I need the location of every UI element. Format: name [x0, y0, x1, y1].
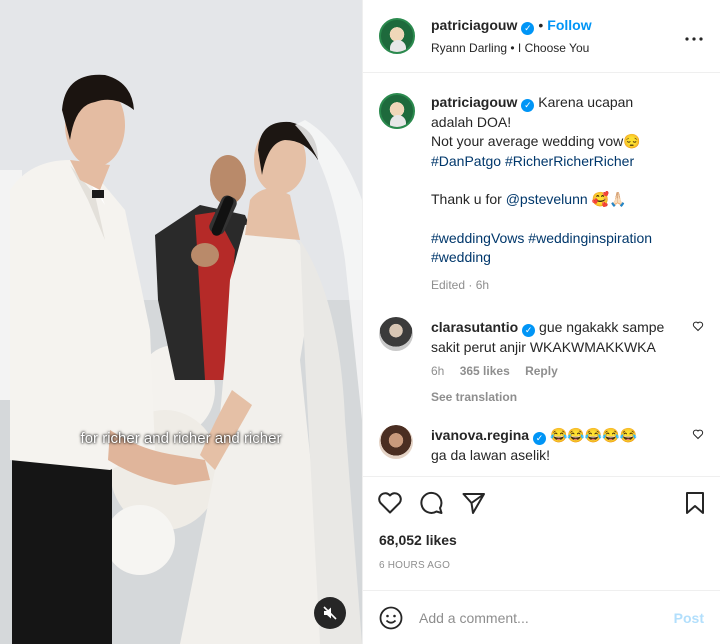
- commenter-username[interactable]: ivanova.regina: [431, 427, 529, 443]
- comment-icon[interactable]: [419, 491, 445, 515]
- caption-line: Karena ucapan: [538, 94, 634, 110]
- comment-time: 6h: [431, 364, 445, 378]
- hashtag-link[interactable]: #DanPatgo: [431, 153, 501, 169]
- like-comment-heart-icon[interactable]: [692, 427, 704, 443]
- caption-body: patriciagouw ✓ Karena ucapan adalah DOA! …: [431, 93, 652, 295]
- verified-badge-icon: ✓: [521, 21, 535, 35]
- caption-text: Thank u for: [431, 191, 502, 207]
- comment-body: ivanova.regina ✓ 😂😂😂😂😂 ga da lawan aselik…: [431, 425, 693, 465]
- hashtag-link[interactable]: #weddingVows: [431, 230, 524, 246]
- comment-body: clarasutantio ✓ gue ngakakk sampe sakit p…: [431, 317, 693, 407]
- caption-line: Not your average wedding vow😔: [431, 133, 641, 149]
- comments-section[interactable]: patriciagouw ✓ Karena ucapan adalah DOA! …: [363, 73, 720, 476]
- verified-badge-icon: ✓: [533, 432, 547, 445]
- hashtag-link[interactable]: #wedding: [431, 249, 491, 265]
- post-video[interactable]: for richer and richer and richer: [0, 0, 362, 644]
- video-caption: for richer and richer and richer: [80, 430, 282, 447]
- comment-emoji: 😂😂😂😂😂: [549, 427, 638, 443]
- likes-count[interactable]: 68,052 likes: [363, 532, 720, 552]
- caption-author-avatar[interactable]: [379, 93, 415, 129]
- hashtag-link[interactable]: #weddinginspiration: [528, 230, 652, 246]
- post-side-panel: patriciagouw ✓ • Follow Ryann Darling • I C…: [362, 0, 720, 644]
- post-comment-button[interactable]: Post: [674, 610, 704, 626]
- author-avatar[interactable]: [379, 18, 415, 54]
- post-header: patriciagouw ✓ • Follow Ryann Darling • I C…: [363, 0, 720, 73]
- comment-item: clarasutantio ✓ gue ngakakk sampe sakit p…: [379, 317, 704, 407]
- emoji-icon[interactable]: [379, 606, 403, 630]
- caption-line: adalah DOA!: [431, 113, 512, 130]
- comment-meta: 6h 365 likes Reply: [431, 361, 693, 381]
- comment-item: ivanova.regina ✓ 😂😂😂😂😂 ga da lawan aselik…: [379, 425, 704, 465]
- see-translation-link[interactable]: See translation: [431, 387, 693, 407]
- action-bar: [363, 476, 720, 528]
- instagram-post-view: for richer and richer and richer patrici…: [0, 0, 720, 644]
- header-text: patriciagouw ✓ • Follow Ryann Darling • I C…: [431, 16, 592, 57]
- follow-button[interactable]: Follow: [547, 17, 591, 33]
- caption-username[interactable]: patriciagouw: [431, 94, 517, 110]
- verified-badge-icon: ✓: [521, 99, 535, 112]
- muted-speaker-icon[interactable]: [314, 597, 346, 629]
- heart-icon[interactable]: [377, 491, 403, 515]
- add-comment-bar: Post: [363, 590, 720, 644]
- separator-dot: •: [538, 16, 544, 33]
- comment-text: ga da lawan aselik!: [431, 447, 551, 463]
- caption-emoji: 🥰🙏🏻: [591, 191, 627, 207]
- comment-likes[interactable]: 365 likes: [460, 364, 510, 378]
- post-caption: patriciagouw ✓ Karena ucapan adalah DOA! …: [379, 93, 704, 295]
- edited-timestamp: Edited · 6h: [431, 277, 490, 292]
- add-comment-input[interactable]: [419, 609, 674, 626]
- wedding-video-frame: [0, 0, 362, 644]
- commenter-avatar[interactable]: [379, 317, 413, 351]
- commenter-avatar[interactable]: [379, 425, 413, 459]
- commenter-username[interactable]: clarasutantio: [431, 319, 518, 335]
- share-icon[interactable]: [461, 491, 487, 515]
- bookmark-icon[interactable]: [684, 491, 706, 515]
- reply-button[interactable]: Reply: [525, 364, 558, 378]
- hashtag-link[interactable]: #RicherRicherRicher: [505, 153, 634, 169]
- verified-badge-icon: ✓: [522, 324, 536, 337]
- like-comment-heart-icon[interactable]: [692, 319, 704, 335]
- more-options-icon[interactable]: [684, 26, 704, 47]
- post-timestamp: 6 HOURS AGO: [379, 560, 451, 571]
- audio-track-label[interactable]: Ryann Darling • I Choose You: [431, 39, 592, 57]
- mention-link[interactable]: @pstevelunn: [506, 191, 588, 207]
- author-username[interactable]: patriciagouw: [431, 17, 517, 33]
